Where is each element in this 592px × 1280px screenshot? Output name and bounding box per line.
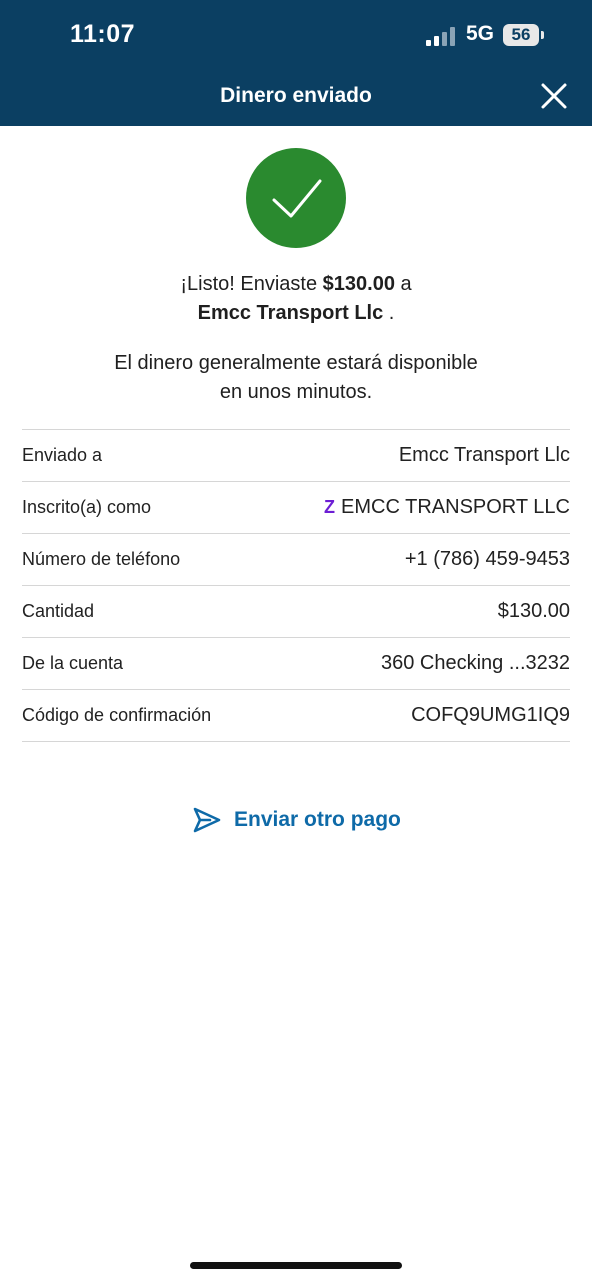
detail-value: 360 Checking ...3232 xyxy=(380,652,570,674)
message-prefix: ¡Listo! Enviaste xyxy=(180,273,323,295)
home-indicator[interactable] xyxy=(190,1262,402,1269)
header-bar: 11:07 5G 56 Dinero enviado xyxy=(0,0,592,126)
network-type: 5G xyxy=(466,22,495,45)
details-table: Enviado a Emcc Transport Llc Inscrito(a)… xyxy=(22,429,570,742)
availability-message: El dinero generalmente estará disponible… xyxy=(0,349,592,407)
send-icon xyxy=(193,807,221,833)
zelle-icon: Z xyxy=(324,497,336,517)
detail-label: Cantidad xyxy=(22,601,95,621)
detail-row-sent-to: Enviado a Emcc Transport Llc xyxy=(22,429,570,481)
message-amount: $130.00 xyxy=(322,273,395,295)
detail-value: +1 (786) 459-9453 xyxy=(404,548,570,570)
detail-value: $130.00 xyxy=(497,600,570,622)
availability-line-1: El dinero generalmente estará disponible xyxy=(114,352,478,374)
send-another-payment-button[interactable]: Enviar otro pago xyxy=(192,806,401,834)
detail-label: De la cuenta xyxy=(22,653,124,673)
detail-label: Inscrito(a) como xyxy=(22,497,152,517)
detail-label: Número de teléfono xyxy=(22,549,181,569)
detail-row-account: De la cuenta 360 Checking ...3232 xyxy=(22,637,570,689)
page-title: Dinero enviado xyxy=(220,84,372,107)
message-recipient: Emcc Transport Llc xyxy=(197,302,384,324)
close-button[interactable] xyxy=(538,80,570,112)
detail-value: Emcc Transport Llc xyxy=(398,444,570,466)
availability-line-2: en unos minutos. xyxy=(219,381,373,403)
detail-row-enrolled-as: Inscrito(a) como Z EMCC TRANSPORT LLC xyxy=(22,481,570,533)
detail-row-confirmation-code: Código de confirmación COFQ9UMG1IQ9 xyxy=(22,689,570,742)
detail-value-wrap: Z EMCC TRANSPORT LLC xyxy=(324,496,570,519)
message-suffix: . xyxy=(383,302,395,324)
signal-icon xyxy=(426,26,458,46)
success-check-icon xyxy=(246,148,346,248)
detail-value: EMCC TRANSPORT LLC xyxy=(341,496,570,518)
status-time: 11:07 xyxy=(70,20,136,48)
detail-label: Código de confirmación xyxy=(22,705,212,725)
success-message: ¡Listo! Enviaste $130.00 a Emcc Transpor… xyxy=(0,270,592,328)
detail-label: Enviado a xyxy=(22,445,103,465)
detail-value: COFQ9UMG1IQ9 xyxy=(411,704,570,726)
close-icon xyxy=(541,83,567,109)
detail-row-phone: Número de teléfono +1 (786) 459-9453 xyxy=(22,533,570,585)
battery-icon: 56 xyxy=(503,24,539,46)
send-another-label: Enviar otro pago xyxy=(234,808,401,831)
battery-nub xyxy=(541,31,544,39)
message-connector: a xyxy=(394,273,412,295)
detail-row-amount: Cantidad $130.00 xyxy=(22,585,570,637)
